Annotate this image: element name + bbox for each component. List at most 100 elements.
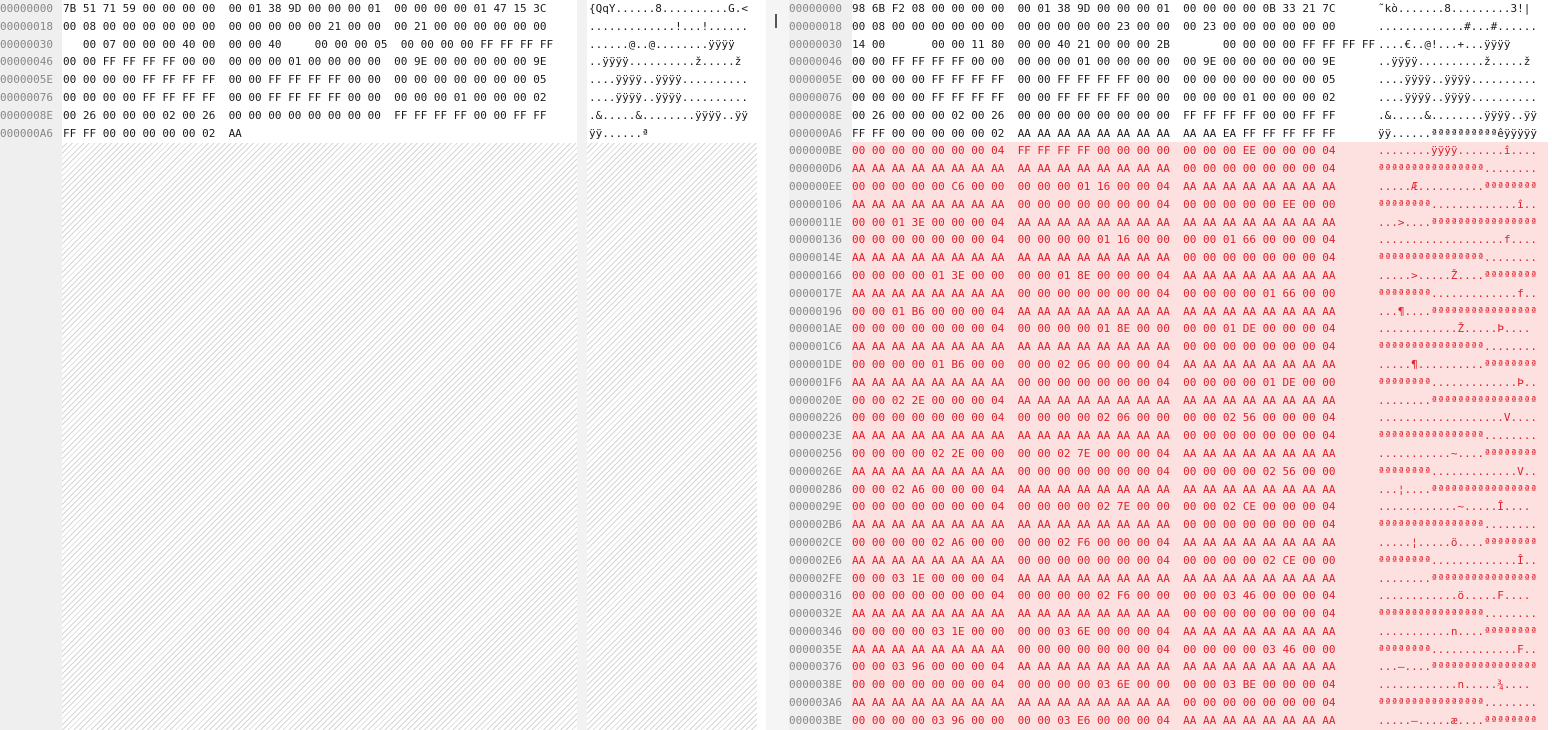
row-hex-bytes[interactable]: 00 00 00 00 FF FF FF FF 00 00 FF FF FF F… (63, 89, 546, 107)
row-hex-bytes[interactable]: 00 00 00 00 01 B6 00 00 00 00 02 06 00 0… (852, 356, 1335, 374)
row-hex-bytes[interactable]: 00 00 00 00 00 00 00 04 00 00 00 00 02 F… (852, 587, 1335, 605)
row-hex-bytes[interactable]: AA AA AA AA AA AA AA AA 00 00 00 00 00 0… (852, 196, 1335, 214)
row-hex-bytes[interactable]: 00 00 00 00 FF FF FF FF 00 00 FF FF FF F… (852, 71, 1335, 89)
hex-row[interactable]: 0000038E 00 00 00 00 00 00 00 04 00 00 00… (789, 676, 1552, 695)
row-hex-bytes[interactable]: 98 6B F2 08 00 00 00 00 00 01 38 9D 00 0… (852, 0, 1335, 18)
row-ascii[interactable]: .....Æ..........ªªªªªªªª (1378, 178, 1537, 196)
row-ascii[interactable]: ......@..@........ÿÿÿÿ (589, 36, 735, 54)
row-ascii[interactable]: ªªªªªªªªªªªªªªªª........ (1378, 605, 1537, 623)
hex-row[interactable]: 0000017E AA AA AA AA AA AA AA AA 00 00 00… (789, 284, 1552, 303)
pane-splitter[interactable] (766, 0, 789, 730)
row-hex-bytes[interactable]: AA AA AA AA AA AA AA AA AA AA AA AA AA A… (852, 516, 1335, 534)
row-hex-bytes[interactable]: AA AA AA AA AA AA AA AA AA AA AA AA AA A… (852, 160, 1335, 178)
row-ascii[interactable]: ...¦....ªªªªªªªªªªªªªªªª (1378, 481, 1537, 499)
row-hex-bytes[interactable]: 7B 51 71 59 00 00 00 00 00 01 38 9D 00 0… (63, 0, 546, 18)
row-ascii[interactable]: .&.....&........ÿÿÿÿ..ÿÿ (1378, 107, 1537, 125)
row-ascii[interactable]: ...........n....ªªªªªªªª (1378, 623, 1537, 641)
hex-row[interactable]: 000001DE 00 00 00 00 01 B6 00 00 00 00 02… (789, 355, 1552, 374)
hex-row[interactable]: 00000030 14 00 00 00 11 80 00 00 40 21 00… (789, 36, 1552, 54)
hex-row[interactable]: 00000286 00 00 02 A6 00 00 00 04 AA AA AA… (789, 480, 1552, 499)
row-ascii[interactable]: ........ªªªªªªªªªªªªªªªª (1378, 570, 1537, 588)
row-hex-bytes[interactable]: 00 00 00 00 02 2E 00 00 00 00 02 7E 00 0… (852, 445, 1335, 463)
hex-row[interactable]: 00000136 00 00 00 00 00 00 00 04 00 00 00… (789, 231, 1552, 250)
hex-row[interactable]: 000003A6 AA AA AA AA AA AA AA AA AA AA AA… (789, 694, 1552, 712)
row-ascii[interactable]: ...>....ªªªªªªªªªªªªªªªª (1378, 214, 1537, 232)
hex-row[interactable]: 0000020E 00 00 02 2E 00 00 00 04 AA AA AA… (789, 391, 1552, 410)
row-hex-bytes[interactable]: FF FF 00 00 00 00 00 02 AA (63, 125, 242, 143)
row-hex-bytes[interactable]: FF FF 00 00 00 00 00 02 AA AA AA AA AA A… (852, 125, 1335, 143)
row-hex-bytes[interactable]: AA AA AA AA AA AA AA AA AA AA AA AA AA A… (852, 249, 1335, 267)
hex-row[interactable]: 000002CE 00 00 00 00 02 A6 00 00 00 00 02… (789, 533, 1552, 552)
hex-row[interactable]: 000003BE 00 00 00 00 03 96 00 00 00 00 03… (789, 711, 1552, 730)
hex-row[interactable]: 0000008E 00 26 00 00 00 02 00 26 00 00 00… (0, 107, 766, 125)
row-ascii[interactable]: ªªªªªªªªªªªªªªªª........ (1378, 338, 1537, 356)
row-ascii[interactable]: .............#...#...... (1378, 18, 1537, 36)
row-hex-bytes[interactable]: AA AA AA AA AA AA AA AA 00 00 00 00 00 0… (852, 463, 1335, 481)
hex-row[interactable]: 000002E6 AA AA AA AA AA AA AA AA 00 00 00… (789, 551, 1552, 570)
hex-row[interactable]: 00000166 00 00 00 00 01 3E 00 00 00 00 01… (789, 266, 1552, 285)
hex-row[interactable]: 00000076 00 00 00 00 FF FF FF FF 00 00 FF… (789, 89, 1552, 107)
hex-row[interactable]: 0000035E AA AA AA AA AA AA AA AA 00 00 00… (789, 640, 1552, 659)
row-ascii[interactable]: ............Ž.....Þ.... (1378, 320, 1530, 338)
hex-row[interactable]: 00000030 00 07 00 00 00 40 00 00 00 40 0… (0, 36, 766, 54)
hex-row[interactable]: 0000029E 00 00 00 00 00 00 00 04 00 00 00… (789, 498, 1552, 517)
row-hex-bytes[interactable]: 00 00 00 00 00 00 00 04 00 00 00 00 02 0… (852, 409, 1335, 427)
row-ascii[interactable]: ............n.....¾.... (1378, 676, 1530, 694)
row-ascii[interactable]: .....>.....Ž....ªªªªªªªª (1378, 267, 1537, 285)
row-hex-bytes[interactable]: 00 26 00 00 00 02 00 26 00 00 00 00 00 0… (63, 107, 546, 125)
hex-row[interactable]: 000000D6 AA AA AA AA AA AA AA AA AA AA AA… (789, 160, 1552, 178)
row-hex-bytes[interactable]: 00 00 03 96 00 00 00 04 AA AA AA AA AA A… (852, 658, 1335, 676)
row-hex-bytes[interactable]: 00 26 00 00 00 02 00 26 00 00 00 00 00 0… (852, 107, 1335, 125)
row-ascii[interactable]: ............~.....Î.... (1378, 498, 1530, 516)
row-ascii[interactable]: ..ÿÿÿÿ..........ž.....ž (589, 53, 741, 71)
hex-row[interactable]: 00000018 00 08 00 00 00 00 00 00 00 00 00… (789, 18, 1552, 36)
row-hex-bytes[interactable]: 00 00 00 00 00 00 00 04 00 00 00 00 02 7… (852, 498, 1335, 516)
hex-row[interactable]: 00000046 00 00 FF FF FF FF 00 00 00 00 00… (789, 53, 1552, 71)
row-hex-bytes[interactable]: 00 00 03 1E 00 00 00 04 AA AA AA AA AA A… (852, 570, 1335, 588)
hex-row[interactable]: 0000023E AA AA AA AA AA AA AA AA AA AA AA… (789, 427, 1552, 445)
hex-row[interactable]: 0000005E 00 00 00 00 FF FF FF FF 00 00 FF… (0, 71, 766, 89)
row-hex-bytes[interactable]: AA AA AA AA AA AA AA AA 00 00 00 00 00 0… (852, 285, 1335, 303)
row-hex-bytes[interactable]: AA AA AA AA AA AA AA AA 00 00 00 00 00 0… (852, 552, 1335, 570)
row-ascii[interactable]: .....¦.....ö....ªªªªªªªª (1378, 534, 1537, 552)
row-hex-bytes[interactable]: 00 00 00 00 FF FF FF FF 00 00 FF FF FF F… (63, 71, 546, 89)
row-ascii[interactable]: ....ÿÿÿÿ..ÿÿÿÿ.......... (1378, 89, 1537, 107)
hex-row[interactable]: 000000A6 FF FF 00 00 00 00 00 02 AA ÿÿ....… (0, 125, 766, 143)
row-ascii[interactable]: .....–.....æ....ªªªªªªªª (1378, 712, 1537, 730)
row-ascii[interactable]: {QqY......8..........G.< (589, 0, 748, 18)
row-ascii[interactable]: ªªªªªªªª.............V.. (1378, 463, 1537, 481)
hex-row[interactable]: 0000011E 00 00 01 3E 00 00 00 04 AA AA AA… (789, 213, 1552, 232)
row-hex-bytes[interactable]: AA AA AA AA AA AA AA AA AA AA AA AA AA A… (852, 694, 1335, 712)
hex-row[interactable]: 00000226 00 00 00 00 00 00 00 04 00 00 00… (789, 409, 1552, 428)
hex-row[interactable]: 000000BE 00 00 00 00 00 00 00 04 FF FF FF… (789, 142, 1552, 161)
row-hex-bytes[interactable]: 00 00 FF FF FF FF 00 00 00 00 00 01 00 0… (852, 53, 1335, 71)
hex-row[interactable]: 00000106 AA AA AA AA AA AA AA AA 00 00 00… (789, 195, 1552, 214)
hex-row[interactable]: 00000196 00 00 01 B6 00 00 00 04 AA AA AA… (789, 302, 1552, 321)
row-hex-bytes[interactable]: 00 00 FF FF FF FF 00 00 00 00 00 01 00 0… (63, 53, 546, 71)
row-ascii[interactable]: ªªªªªªªª.............Þ.. (1378, 374, 1537, 392)
left-hex-pane[interactable]: 00000000 7B 51 71 59 00 00 00 00 00 01 38… (0, 0, 766, 730)
hex-row[interactable]: 00000046 00 00 FF FF FF FF 00 00 00 00 00… (0, 53, 766, 71)
hex-row[interactable]: 0000032E AA AA AA AA AA AA AA AA AA AA AA… (789, 605, 1552, 623)
right-hex-pane[interactable]: 00000000 98 6B F2 08 00 00 00 00 00 01 38… (789, 0, 1552, 730)
row-hex-bytes[interactable]: 00 00 00 00 00 00 00 04 00 00 00 00 01 8… (852, 320, 1335, 338)
row-ascii[interactable]: ªªªªªªªª.............f.. (1378, 285, 1537, 303)
row-hex-bytes[interactable]: AA AA AA AA AA AA AA AA AA AA AA AA AA A… (852, 427, 1335, 445)
row-ascii[interactable]: ....€..@!...+...ÿÿÿÿ (1378, 36, 1510, 54)
hex-row[interactable]: 000000EE 00 00 00 00 00 C6 00 00 00 00 00… (789, 177, 1552, 196)
hex-row[interactable]: 00000316 00 00 00 00 00 00 00 04 00 00 00… (789, 587, 1552, 606)
row-ascii[interactable]: ....ÿÿÿÿ..ÿÿÿÿ.......... (1378, 71, 1537, 89)
row-hex-bytes[interactable]: 00 00 02 A6 00 00 00 04 AA AA AA AA AA A… (852, 481, 1335, 499)
row-ascii[interactable]: ÿÿ......ªªªªªªªªªªêÿÿÿÿÿ (1378, 125, 1537, 143)
hex-row[interactable]: 000002FE 00 00 03 1E 00 00 00 04 AA AA AA… (789, 569, 1552, 588)
row-ascii[interactable]: ªªªªªªªª.............î.. (1378, 196, 1537, 214)
row-ascii[interactable]: ....ÿÿÿÿ..ÿÿÿÿ.......... (589, 71, 748, 89)
hex-row[interactable]: 00000018 00 08 00 00 00 00 00 00 00 00 00… (0, 18, 766, 36)
row-ascii[interactable]: .&.....&........ÿÿÿÿ..ÿÿ (589, 107, 748, 125)
hex-row[interactable]: 000001C6 AA AA AA AA AA AA AA AA AA AA AA… (789, 338, 1552, 356)
hex-row[interactable]: 00000256 00 00 00 00 02 2E 00 00 00 00 02… (789, 444, 1552, 463)
row-hex-bytes[interactable]: 00 00 00 00 00 00 00 04 FF FF FF FF 00 0… (852, 142, 1335, 160)
row-hex-bytes[interactable]: 00 00 00 00 00 00 00 04 00 00 00 00 03 6… (852, 676, 1335, 694)
row-hex-bytes[interactable]: AA AA AA AA AA AA AA AA 00 00 00 00 00 0… (852, 374, 1335, 392)
hex-row[interactable]: 0000005E 00 00 00 00 FF FF FF FF 00 00 FF… (789, 71, 1552, 89)
